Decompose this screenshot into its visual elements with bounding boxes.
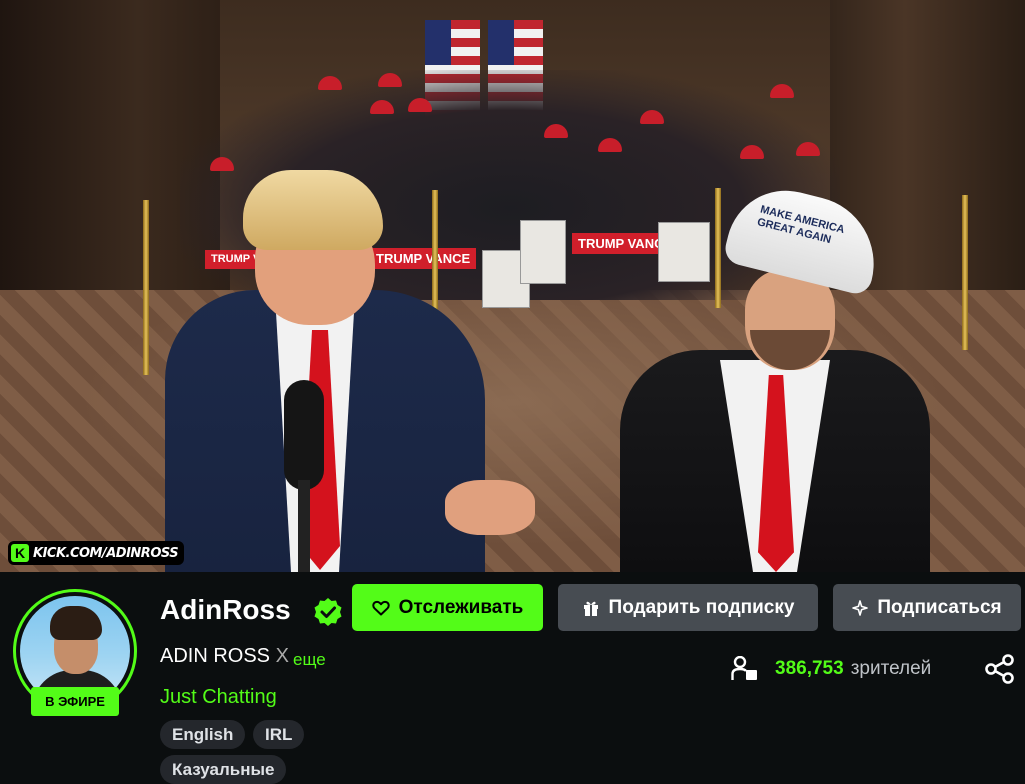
gift-label: Подарить подписку [608,596,795,618]
kick-watermark: K KICK.COM/ADINROSS [8,541,185,565]
live-badge: В ЭФИРЕ [31,687,119,716]
share-icon[interactable] [983,652,1017,686]
stream-title-suffix: X [275,645,289,667]
host-right-figure: MAKE AMERICA GREAT AGAIN [620,178,930,572]
gift-icon [583,601,598,616]
channel-name[interactable]: AdinRoss [160,594,291,626]
viewer-count-number: 386,753 [775,658,844,679]
sparkle-icon [852,599,869,616]
viewer-count: 386,753 зрителей [731,654,931,684]
stream-title: ADIN ROSS X [160,645,289,668]
tag-english[interactable]: English [160,720,246,749]
tag-irl[interactable]: IRL [253,720,305,749]
channel-info-panel: В ЭФИРЕ AdinRoss Отслеживать Подарить по… [0,572,1025,784]
category-link[interactable]: Just Chatting [160,686,277,709]
follow-button[interactable]: Отслеживать [352,584,543,631]
microphone [278,380,330,572]
subscribe-button[interactable]: Подписаться [833,584,1021,631]
stanchion-pole [143,200,149,375]
viewers-icon [731,656,757,680]
stream-title-text: ADIN ROSS [160,645,271,667]
subscribe-label: Подписаться [877,596,1002,618]
verified-badge-icon [314,598,342,626]
viewer-count-label: зрителей [850,658,932,679]
tag-casual[interactable]: Казуальные [160,755,287,784]
video-player[interactable]: TRUMP VANCE TRUMP VANCE TRUMP VANCE MAKE… [0,0,1025,572]
show-more-link[interactable]: еще [293,650,326,670]
watermark-url: KICK.COM/ADINROSS [33,545,179,561]
host-left-figure [165,170,545,572]
heart-icon [371,600,390,615]
maga-hat-text: MAKE AMERICA GREAT AGAIN [721,178,889,297]
gift-subscription-button[interactable]: Подарить подписку [558,584,818,631]
follow-label: Отслеживать [398,596,524,618]
stanchion-pole [962,195,968,350]
kick-logo-icon: K [11,544,29,562]
